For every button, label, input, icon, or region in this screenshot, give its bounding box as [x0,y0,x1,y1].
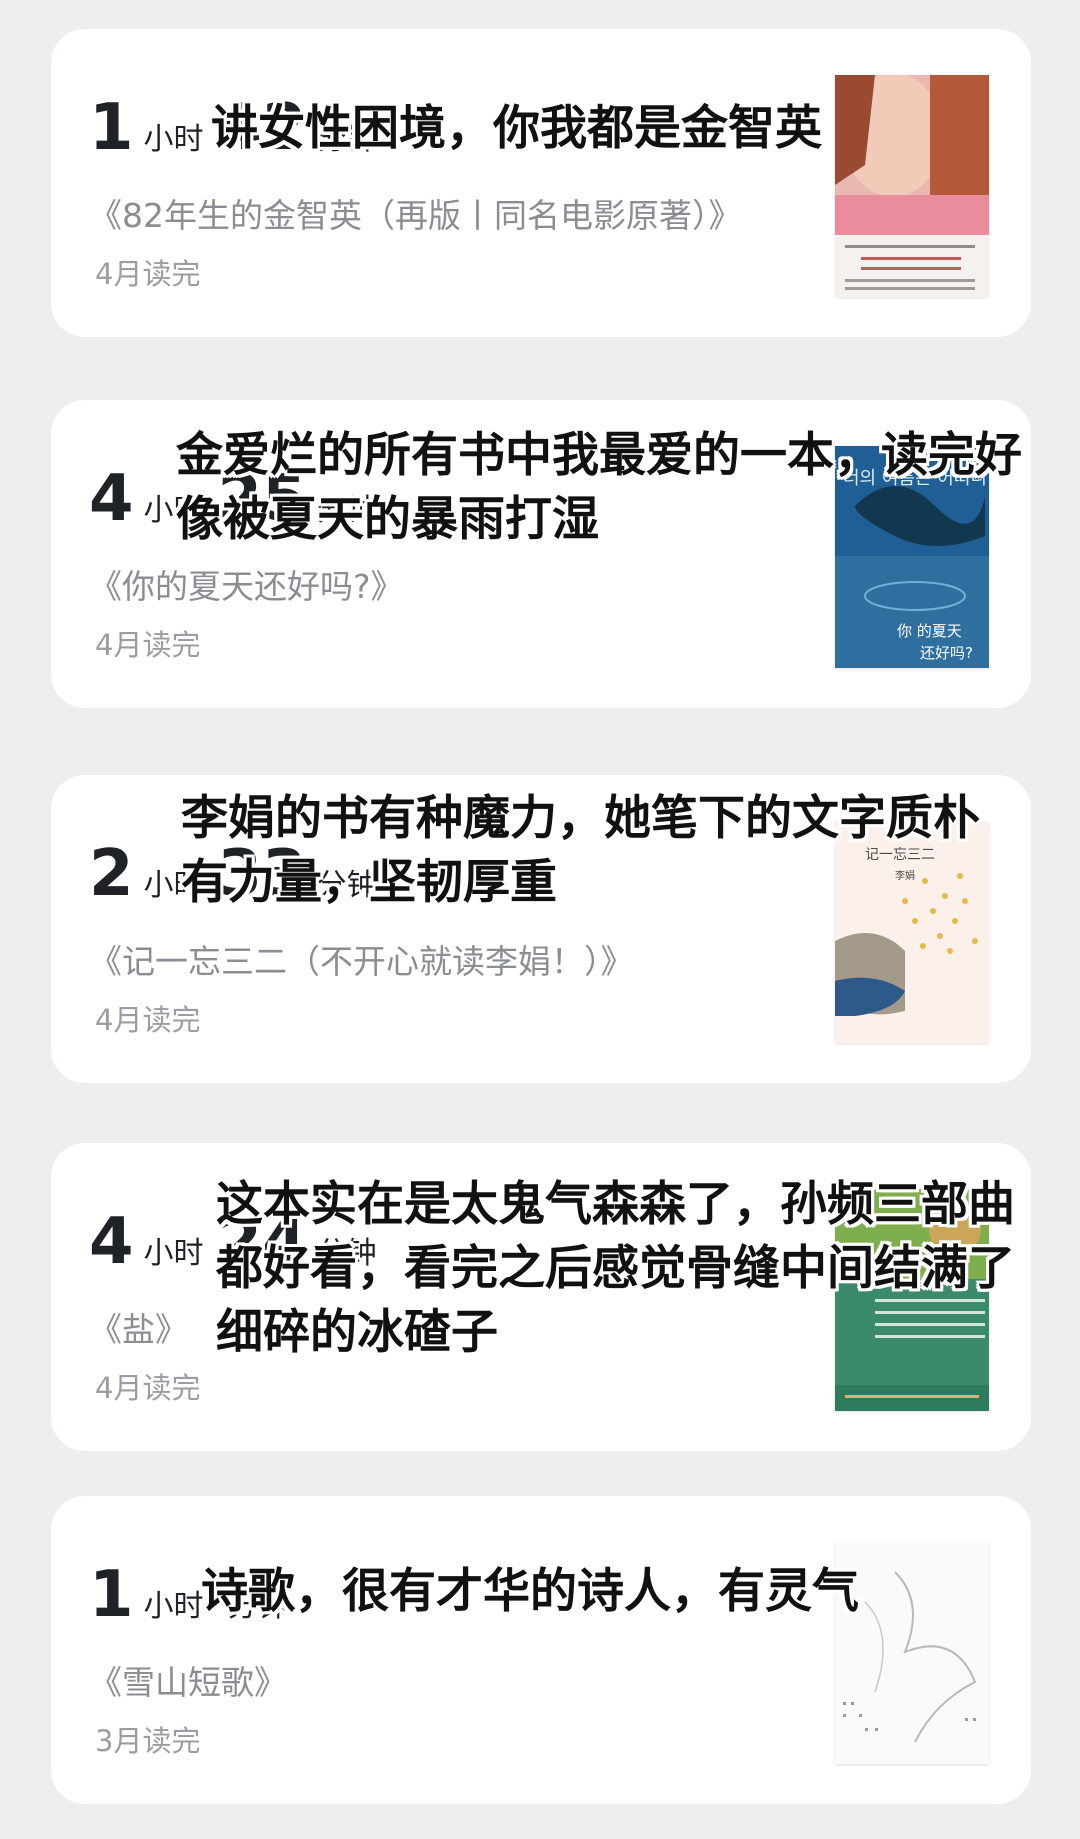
finished-date: 4月读完 [95,1003,201,1037]
finished-date: 3月读完 [95,1724,201,1758]
book-card[interactable]: 4 小时 25 分钟 《你的夏天还好吗?》 4月读完 너의 여름은 어떠니 你 的夏天… [51,400,1031,708]
book-card[interactable]: 2 小时 33 分钟 《记一忘三二（不开心就读李娟！）》 4月读完 记一忘三二 李娟 … [51,775,1031,1083]
cover-title-line1: 你 的夏天 [897,622,962,640]
book-title: 《82年生的金智英（再版丨同名电影原著）》 [89,196,742,235]
hours-unit: 小时 [143,122,204,157]
finished-date: 4月读完 [95,1371,201,1405]
hours-value: 1 [89,91,134,165]
hours-unit: 小时 [143,1589,204,1624]
book-title: 《盐》 [89,1310,188,1349]
book-title: 《你的夏天还好吗?》 [89,567,404,606]
comment-overlay: 诗歌，很有才华的诗人，有灵气 [201,1564,859,1619]
comment-overlay: 金爱烂的所有书中我最爱的一本，读完好像被夏天的暴雨打湿 [176,428,1022,547]
cover-title-line2: 还好吗? [920,644,973,662]
book-title: 《雪山短歌》 [89,1663,287,1702]
book-card[interactable]: 4 小时 24 分钟 《盐》 4月读完 这本实在是太鬼气森森了，孙频三部曲都好看，看完… [51,1143,1031,1451]
hours-value: 1 [89,1558,134,1632]
hours-value: 2 [89,837,134,911]
comment-overlay: 讲女性困境，你我都是金智英 [211,101,822,156]
hours-unit: 小时 [143,1236,204,1271]
comment-overlay: 这本实在是太鬼气森森了，孙频三部曲都好看，看完之后感觉骨缝中间结满了细碎的冰碴子 [216,1177,1015,1360]
finished-date: 4月读完 [95,628,201,662]
book-title: 《记一忘三二（不开心就读李娟！）》 [89,942,634,981]
book-card[interactable]: 1 小时 分钟 《雪山短歌》 3月读完 诗歌，很有才华的诗人，有灵气 [51,1496,1031,1804]
book-card[interactable]: 1 小时 42 分钟 《82年生的金智英（再版丨同名电影原著）》 4月读完 讲女性困境… [51,29,1031,337]
hours-value: 4 [89,1205,134,1279]
comment-overlay: 李娟的书有种魔力，她笔下的文字质朴有力量，坚韧厚重 [181,791,980,910]
finished-date: 4月读完 [95,257,201,291]
hours-value: 4 [89,462,134,536]
